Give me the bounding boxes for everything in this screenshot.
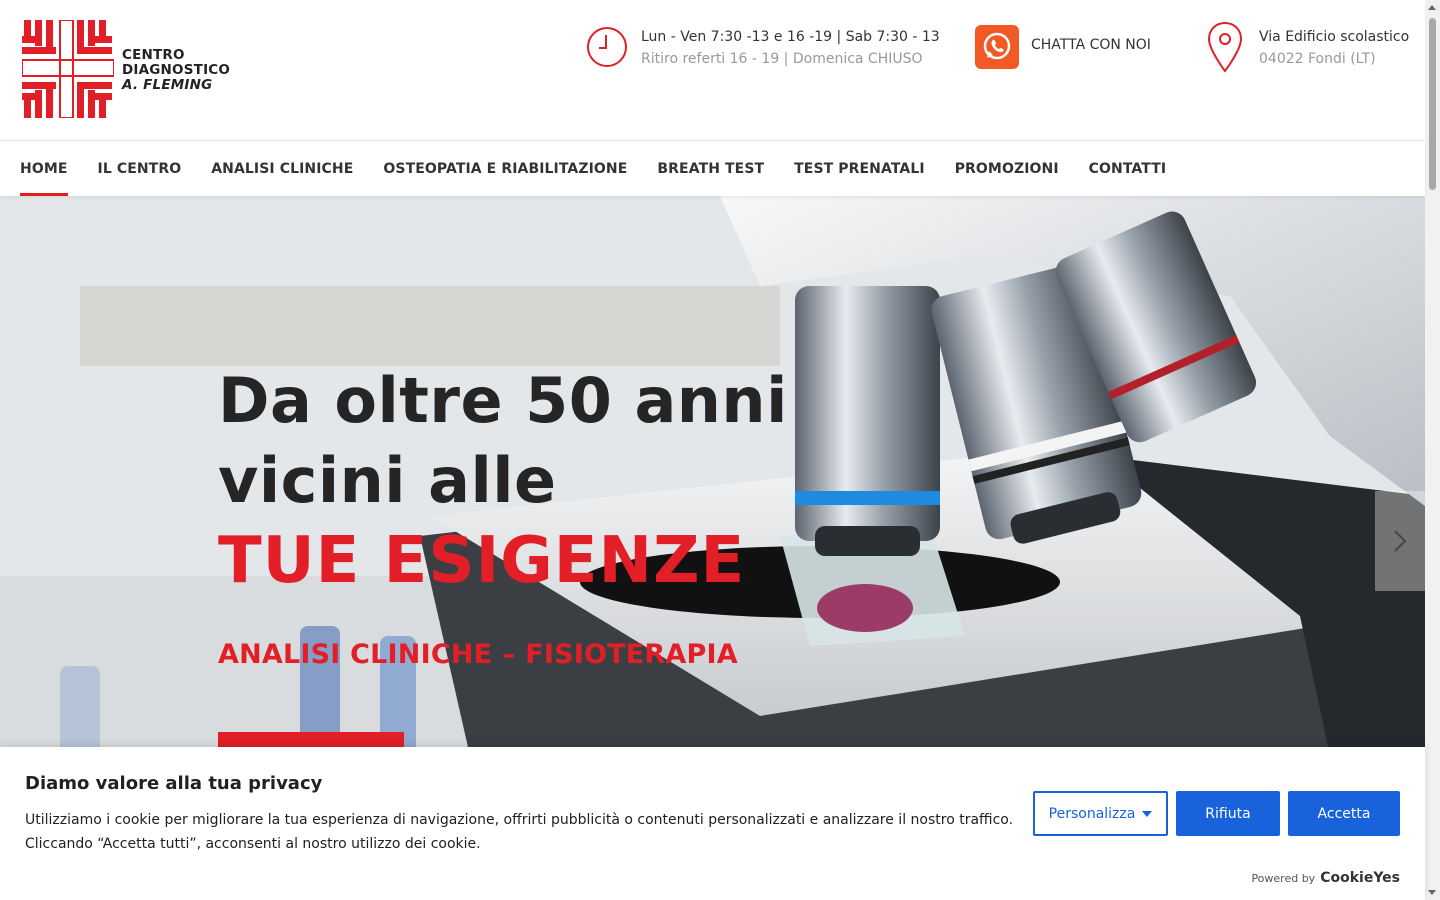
- site-header: CENTRO DIAGNOSTICO A. FLEMING Lun - Ven …: [0, 0, 1425, 141]
- powered-by-label: Powered by: [1251, 872, 1316, 885]
- chat-label: CHATTA CON NOI: [1031, 37, 1151, 53]
- customize-button[interactable]: Personalizza: [1033, 791, 1168, 836]
- hero-title: Da oltre 50 anni vicini alle TUE ESIGENZ…: [218, 361, 788, 601]
- slider-next-button[interactable]: [1375, 491, 1425, 591]
- cookie-text: Utilizziamo i cookie per migliorare la t…: [25, 812, 1014, 852]
- accept-button[interactable]: Accetta: [1288, 791, 1400, 836]
- main-navigation: HOME IL CENTRO ANALISI CLINICHE OSTEOPAT…: [0, 142, 1425, 196]
- map-pin-icon: [1203, 21, 1247, 73]
- caret-down-icon: [1142, 810, 1153, 817]
- whatsapp-icon: [975, 22, 1019, 72]
- hours-line: Lun - Ven 7:30 -13 e 16 -19 | Sab 7:30 -…: [641, 29, 940, 45]
- nav-item-analisi-cliniche[interactable]: ANALISI CLINICHE: [211, 142, 353, 196]
- page-scrollbar[interactable]: [1425, 0, 1440, 900]
- logo-line-1: CENTRO: [122, 47, 185, 63]
- cookieyes-logo: CookieYes: [1320, 870, 1400, 886]
- hero-title-line-2: vicini alle: [218, 444, 557, 517]
- hero-title-line-1: Da oltre 50 anni: [218, 364, 788, 437]
- address: Via Edificio scolastico 04022 Fondi (LT): [1203, 21, 1410, 73]
- customize-label: Personalizza: [1048, 805, 1136, 822]
- nav-item-osteopatia[interactable]: OSTEOPATIA E RIABILITAZIONE: [383, 142, 627, 196]
- chevron-right-icon: [1394, 530, 1407, 552]
- reject-button[interactable]: Rifiuta: [1176, 791, 1280, 836]
- cookie-title: Diamo valore alla tua privacy: [25, 773, 323, 794]
- clock-icon: [585, 22, 629, 72]
- reports-line: Ritiro referti 16 - 19 | Domenica CHIUSO: [641, 51, 923, 67]
- whatsapp-chat-link[interactable]: CHATTA CON NOI: [975, 22, 1151, 72]
- nav-item-promozioni[interactable]: PROMOZIONI: [955, 142, 1059, 196]
- hero-subtitle: ANALISI CLINICHE – FISIOTERAPIA: [218, 639, 738, 670]
- nav-item-home[interactable]: HOME: [20, 142, 68, 196]
- hero-title-accent: TUE ESIGENZE: [218, 524, 746, 598]
- nav-item-il-centro[interactable]: IL CENTRO: [98, 142, 182, 196]
- logo-line-3: A. FLEMING: [122, 77, 213, 93]
- address-city: 04022 Fondi (LT): [1259, 51, 1376, 67]
- nav-item-test-prenatali[interactable]: TEST PRENATALI: [794, 142, 925, 196]
- scrollbar-thumb[interactable]: [1429, 18, 1436, 190]
- cookie-consent-banner: Diamo valore alla tua privacy Utilizziam…: [0, 747, 1425, 900]
- scroll-up-arrow-icon[interactable]: [1428, 5, 1436, 10]
- logo-text: CENTRO DIAGNOSTICO A. FLEMING: [122, 48, 230, 93]
- site-logo[interactable]: CENTRO DIAGNOSTICO A. FLEMING: [21, 19, 252, 119]
- nav-item-breath-test[interactable]: BREATH TEST: [657, 142, 764, 196]
- powered-by[interactable]: Powered by CookieYes: [1251, 870, 1400, 886]
- scroll-down-arrow-icon[interactable]: [1428, 890, 1436, 895]
- red-cross-logo-icon: [21, 19, 115, 119]
- opening-hours: Lun - Ven 7:30 -13 e 16 -19 | Sab 7:30 -…: [585, 22, 940, 72]
- address-street: Via Edificio scolastico: [1259, 29, 1410, 45]
- logo-line-2: DIAGNOSTICO: [122, 62, 231, 78]
- hero-slider: Da oltre 50 anni vicini alle TUE ESIGENZ…: [0, 196, 1425, 756]
- nav-item-contatti[interactable]: CONTATTI: [1089, 142, 1167, 196]
